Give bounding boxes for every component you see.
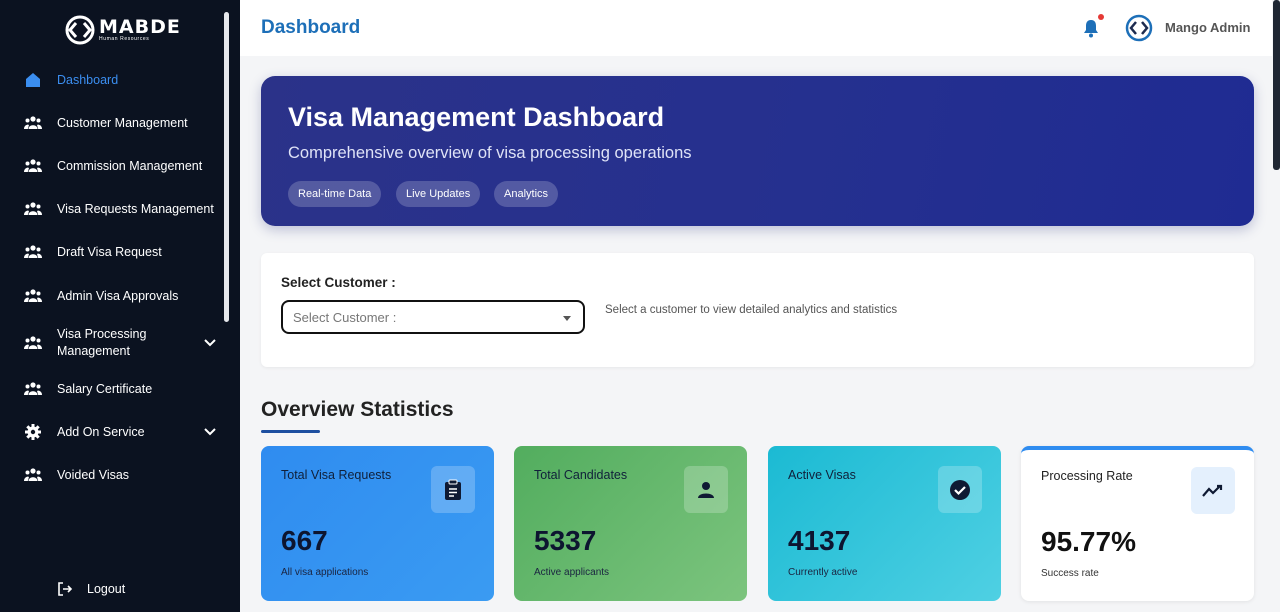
sidebar-item-label: Visa Processing Management xyxy=(57,327,147,358)
customer-select-label: Select Customer : xyxy=(281,275,396,290)
brand-name: MABDE xyxy=(99,15,181,38)
sidebar-item-label: Dashboard xyxy=(57,73,119,87)
group-icon xyxy=(24,114,42,132)
chevron-down-icon[interactable] xyxy=(204,425,216,439)
sidebar-item-label: Customer Management xyxy=(57,116,188,130)
brand-logo[interactable]: MABDE Human Resources xyxy=(64,14,181,46)
stat-card-total-visa-requests[interactable]: Total Visa Requests 667 All visa applica… xyxy=(261,446,494,601)
page-title: Dashboard xyxy=(261,17,361,38)
overview-underline xyxy=(261,430,320,433)
person-icon xyxy=(684,466,728,513)
hero-subtitle: Comprehensive overview of visa processin… xyxy=(288,144,692,162)
sidebar-item-visa-processing-management[interactable]: Visa Processing Management xyxy=(24,326,220,360)
stat-label: Active Visas xyxy=(788,468,856,482)
stat-label: Total Candidates xyxy=(534,468,628,482)
stat-caption: Active applicants xyxy=(534,567,610,578)
group-icon xyxy=(24,380,42,398)
group-icon xyxy=(24,287,42,305)
group-icon xyxy=(24,243,42,261)
sidebar: MABDE Human Resources Dashboard Customer… xyxy=(0,0,240,612)
check-circle-icon xyxy=(938,466,982,513)
hero-title: Visa Management Dashboard xyxy=(288,102,665,132)
logout-label: Logout xyxy=(87,582,126,596)
sidebar-item-admin-visa-approvals[interactable]: Admin Visa Approvals xyxy=(24,287,220,305)
sidebar-item-label: Draft Visa Request xyxy=(57,245,162,259)
sidebar-item-customer-management[interactable]: Customer Management xyxy=(24,114,220,132)
logout-button[interactable]: Logout xyxy=(56,580,176,598)
customer-select-dropdown[interactable]: Select Customer : xyxy=(281,300,585,334)
sidebar-item-voided-visas[interactable]: Voided Visas xyxy=(24,466,220,484)
chip-realtime-data: Real-time Data xyxy=(288,181,382,207)
overview-title: Overview Statistics xyxy=(261,398,454,421)
stat-card-active-visas[interactable]: Active Visas 4137 Currently active xyxy=(768,446,1001,601)
gear-icon xyxy=(24,423,42,441)
home-icon xyxy=(24,71,42,89)
group-icon xyxy=(24,466,42,484)
stat-caption: Success rate xyxy=(1041,568,1099,579)
stat-value: 667 xyxy=(281,525,328,556)
top-bar: Dashboard Mango Admin xyxy=(240,0,1272,56)
customer-select-hint: Select a customer to view detailed analy… xyxy=(605,304,898,316)
sidebar-scrollbar[interactable] xyxy=(224,12,229,322)
sidebar-item-draft-visa-request[interactable]: Draft Visa Request xyxy=(24,243,220,261)
stat-card-total-candidates[interactable]: Total Candidates 5337 Active applicants xyxy=(514,446,747,601)
group-icon xyxy=(24,157,42,175)
sidebar-item-label: Add On Service xyxy=(57,425,145,439)
stat-caption: All visa applications xyxy=(281,567,369,578)
stat-label: Processing Rate xyxy=(1041,469,1133,483)
trend-icon xyxy=(1191,467,1235,514)
stat-card-processing-rate[interactable]: Processing Rate 95.77% Success rate xyxy=(1021,446,1254,601)
sidebar-item-commission-management[interactable]: Commission Management xyxy=(24,157,220,175)
customer-select-card: Select Customer : Select Customer : Sele… xyxy=(261,253,1254,367)
sidebar-item-add-on-service[interactable]: Add On Service xyxy=(24,423,220,441)
customer-select-placeholder: Select Customer : xyxy=(293,310,397,325)
page-scrollbar[interactable] xyxy=(1273,0,1280,170)
group-icon xyxy=(24,334,42,352)
user-name[interactable]: Mango Admin xyxy=(1165,20,1250,35)
logout-icon xyxy=(56,580,74,598)
chip-live-updates: Live Updates xyxy=(396,181,481,207)
stat-caption: Currently active xyxy=(788,567,858,578)
stat-value: 5337 xyxy=(534,525,597,556)
stat-label: Total Visa Requests xyxy=(281,468,392,482)
chevron-down-icon[interactable] xyxy=(204,336,216,350)
dropdown-arrow-icon xyxy=(563,316,571,321)
hero-banner: Visa Management Dashboard Comprehensive … xyxy=(261,76,1254,226)
user-avatar-icon[interactable] xyxy=(1125,14,1153,42)
sidebar-item-label: Admin Visa Approvals xyxy=(57,289,179,303)
sidebar-item-visa-requests-management[interactable]: Visa Requests Management xyxy=(24,200,220,218)
clipboard-icon xyxy=(431,466,475,513)
chip-analytics: Analytics xyxy=(494,181,559,207)
stat-value: 95.77% xyxy=(1041,526,1136,557)
sidebar-item-dashboard[interactable]: Dashboard xyxy=(24,71,220,89)
sidebar-item-salary-certificate[interactable]: Salary Certificate xyxy=(24,380,220,398)
stat-value: 4137 xyxy=(788,525,851,556)
sidebar-item-label: Voided Visas xyxy=(57,468,130,482)
brand-mark-icon xyxy=(65,15,95,45)
sidebar-item-label: Salary Certificate xyxy=(57,382,153,396)
sidebar-item-label: Visa Requests Management xyxy=(57,202,214,216)
sidebar-item-label: Commission Management xyxy=(57,159,203,173)
notification-badge xyxy=(1098,14,1104,20)
bell-icon[interactable] xyxy=(1082,18,1100,38)
group-icon xyxy=(24,200,42,218)
